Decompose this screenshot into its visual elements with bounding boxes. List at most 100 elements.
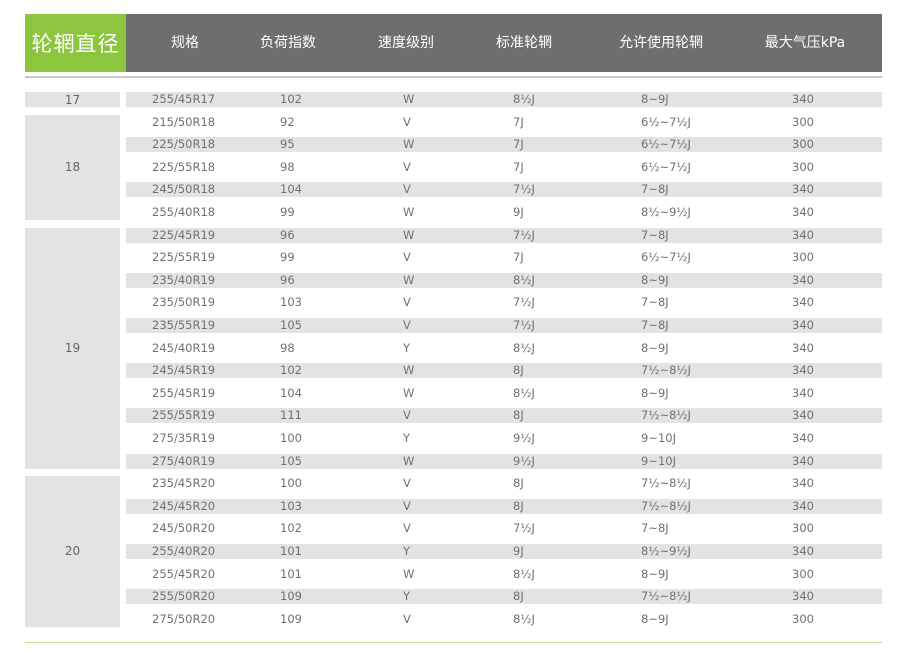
rim-diameter-group: 19 bbox=[25, 227, 120, 469]
max-pressure-cell: 340 bbox=[792, 227, 814, 242]
speed-rating-cell: Y bbox=[403, 589, 411, 604]
size-cell: 235/40R19 bbox=[152, 272, 216, 287]
allowed-rim-cell: 7½~8½J bbox=[641, 363, 691, 378]
speed-rating-cell: W bbox=[403, 363, 415, 378]
header-allowed-rim: 允许使用轮辋 bbox=[619, 35, 703, 51]
rim-diameter-group: 18 bbox=[25, 114, 120, 220]
table-row: 255/40R18 99 W 9J 8½~9½J 340 bbox=[126, 205, 882, 220]
allowed-rim-cell: 9~10J bbox=[641, 431, 676, 445]
load-index-cell: 105 bbox=[280, 318, 302, 332]
standard-rim-cell: 7J bbox=[513, 137, 524, 152]
standard-rim-cell: 7J bbox=[513, 114, 524, 129]
size-cell: 255/55R19 bbox=[152, 408, 216, 423]
header-standard-rim: 标准轮辋 bbox=[496, 35, 552, 51]
speed-rating-cell: W bbox=[403, 227, 415, 242]
header-rim-diameter: 轮辋直径 bbox=[25, 14, 126, 72]
standard-rim-cell: 8J bbox=[513, 363, 524, 378]
load-index-cell: 98 bbox=[280, 340, 295, 355]
max-pressure-cell: 340 bbox=[792, 182, 814, 197]
table-row: 255/55R19 111 V 8J 7½~8½J 340 bbox=[126, 408, 882, 424]
size-cell: 255/50R20 bbox=[152, 589, 216, 604]
allowed-rim-cell: 8~9J bbox=[641, 272, 669, 287]
table-row: 255/45R17 102 W 8½J 8~9J 340 bbox=[126, 92, 882, 107]
table-row: 225/45R19 96 W 7½J 7~8J 340 bbox=[126, 227, 882, 243]
standard-rim-cell: 9½J bbox=[513, 431, 535, 445]
allowed-rim-cell: 7~8J bbox=[641, 227, 669, 242]
table-row: 255/40R20 101 Y 9J 8½~9½J 340 bbox=[126, 544, 882, 559]
speed-rating-cell: V bbox=[403, 408, 411, 423]
size-cell: 225/55R18 bbox=[152, 159, 216, 174]
max-pressure-cell: 340 bbox=[792, 340, 814, 355]
load-index-cell: 103 bbox=[280, 498, 302, 513]
rim-diameter-group: 20 bbox=[25, 476, 120, 627]
allowed-rim-cell: 7½~8½J bbox=[641, 589, 691, 604]
standard-rim-cell: 8J bbox=[513, 589, 524, 604]
size-cell: 255/45R19 bbox=[152, 385, 216, 400]
speed-rating-cell: V bbox=[403, 159, 411, 174]
load-index-cell: 101 bbox=[280, 544, 302, 558]
size-cell: 225/55R19 bbox=[152, 250, 216, 265]
speed-rating-cell: W bbox=[403, 205, 415, 219]
allowed-rim-cell: 8~9J bbox=[641, 385, 669, 400]
standard-rim-cell: 9½J bbox=[513, 453, 535, 468]
load-index-cell: 95 bbox=[280, 137, 295, 152]
size-cell: 255/45R17 bbox=[152, 92, 216, 106]
table-row: 225/55R19 99 V 7J 6½~7½J 300 bbox=[126, 250, 882, 265]
size-cell: 245/40R19 bbox=[152, 340, 216, 355]
standard-rim-cell: 8½J bbox=[513, 566, 535, 581]
allowed-rim-cell: 7~8J bbox=[641, 521, 669, 536]
load-index-cell: 109 bbox=[280, 589, 302, 604]
speed-rating-cell: W bbox=[403, 137, 415, 152]
allowed-rim-cell: 8½~9½J bbox=[641, 544, 691, 558]
max-pressure-cell: 340 bbox=[792, 205, 814, 219]
standard-rim-cell: 7J bbox=[513, 159, 524, 174]
max-pressure-cell: 300 bbox=[792, 611, 814, 626]
size-cell: 245/45R20 bbox=[152, 498, 216, 513]
table-row: 245/45R20 103 V 8J 7½~8½J 340 bbox=[126, 498, 882, 514]
footer-divider bbox=[25, 642, 882, 643]
allowed-rim-cell: 7~8J bbox=[641, 182, 669, 197]
load-index-cell: 99 bbox=[280, 205, 295, 219]
table-row: 235/55R19 105 V 7½J 7~8J 340 bbox=[126, 318, 882, 333]
max-pressure-cell: 340 bbox=[792, 544, 814, 558]
table-row: 245/45R19 102 W 8J 7½~8½J 340 bbox=[126, 363, 882, 379]
table-row: 225/50R18 95 W 7J 6½~7½J 300 bbox=[126, 137, 882, 153]
max-pressure-cell: 300 bbox=[792, 159, 814, 174]
max-pressure-cell: 340 bbox=[792, 363, 814, 378]
table-row: 275/40R19 105 W 9½J 9~10J 340 bbox=[126, 453, 882, 469]
table-row: 255/45R19 104 W 8½J 8~9J 340 bbox=[126, 386, 882, 401]
table-row: 245/50R20 102 V 7½J 7~8J 300 bbox=[126, 521, 882, 536]
size-cell: 245/50R20 bbox=[152, 521, 216, 536]
size-cell: 275/50R20 bbox=[152, 611, 216, 626]
allowed-rim-cell: 7½~8½J bbox=[641, 498, 691, 513]
allowed-rim-cell: 9~10J bbox=[641, 453, 676, 468]
speed-rating-cell: V bbox=[403, 611, 411, 626]
max-pressure-cell: 340 bbox=[792, 589, 814, 604]
size-cell: 235/50R19 bbox=[152, 295, 216, 310]
table-row: 255/50R20 109 Y 8J 7½~8½J 340 bbox=[126, 589, 882, 605]
speed-rating-cell: Y bbox=[403, 544, 411, 558]
max-pressure-cell: 300 bbox=[792, 521, 814, 536]
table-row: 255/45R20 101 W 8½J 8~9J 300 bbox=[126, 567, 882, 582]
allowed-rim-cell: 6½~7½J bbox=[641, 137, 691, 152]
size-cell: 225/50R18 bbox=[152, 137, 216, 152]
speed-rating-cell: W bbox=[403, 385, 415, 400]
allowed-rim-cell: 8~9J bbox=[641, 566, 669, 581]
speed-rating-cell: V bbox=[403, 318, 411, 332]
table-row: 275/35R19 100 Y 9½J 9~10J 340 bbox=[126, 431, 882, 446]
speed-rating-cell: V bbox=[403, 182, 411, 197]
allowed-rim-cell: 7½~8½J bbox=[641, 476, 691, 491]
load-index-cell: 104 bbox=[280, 385, 302, 400]
load-index-cell: 105 bbox=[280, 453, 302, 468]
table-row: 275/50R20 109 V 8½J 8~9J 300 bbox=[126, 612, 882, 627]
standard-rim-cell: 7½J bbox=[513, 318, 535, 332]
speed-rating-cell: V bbox=[403, 476, 411, 491]
size-cell: 255/40R18 bbox=[152, 205, 216, 219]
max-pressure-cell: 300 bbox=[792, 114, 814, 129]
table-row: 245/50R18 104 V 7½J 7~8J 340 bbox=[126, 182, 882, 198]
load-index-cell: 109 bbox=[280, 611, 302, 626]
speed-rating-cell: V bbox=[403, 114, 411, 129]
load-index-cell: 99 bbox=[280, 250, 295, 265]
allowed-rim-cell: 7~8J bbox=[641, 295, 669, 310]
speed-rating-cell: V bbox=[403, 250, 411, 265]
